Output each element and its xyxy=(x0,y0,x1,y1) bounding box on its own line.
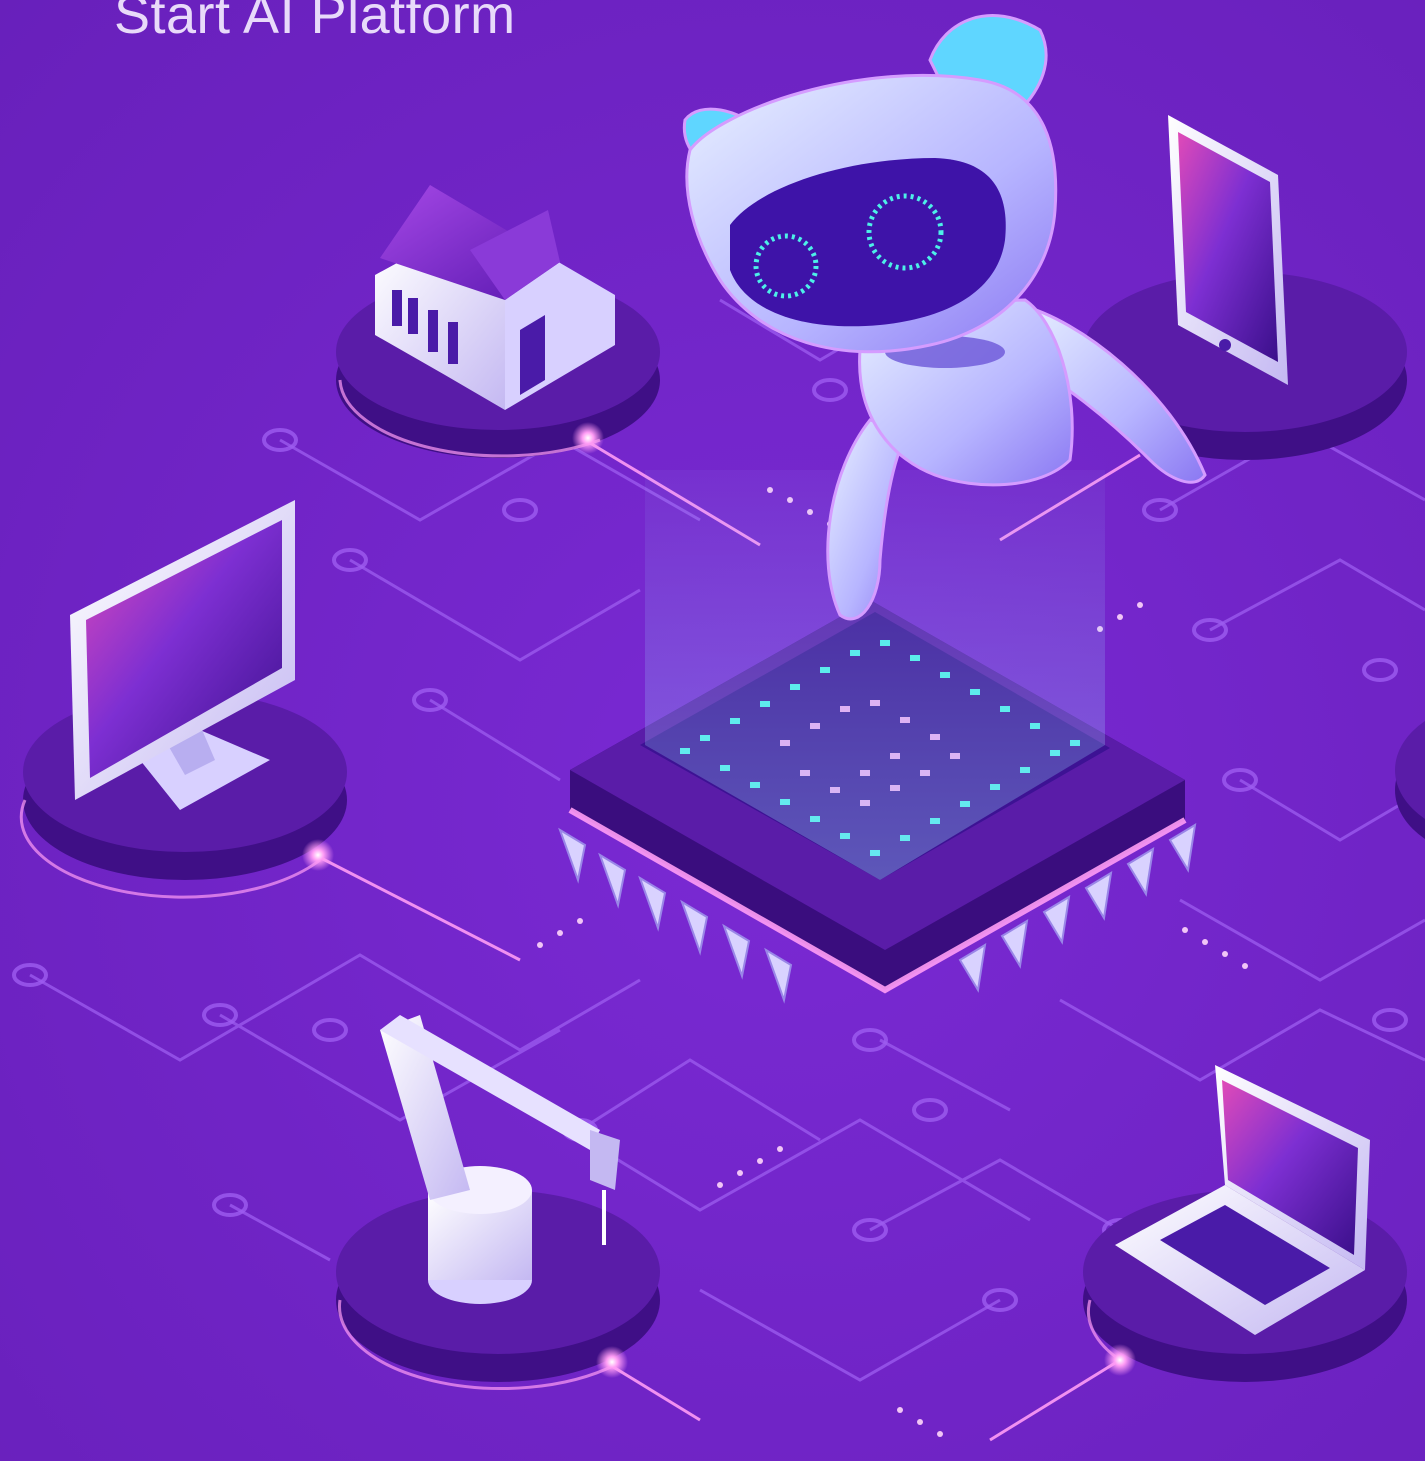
monitor-icon xyxy=(70,500,295,810)
hero-illustration: Start AI Platform xyxy=(0,0,1425,1461)
edge-platform xyxy=(1395,721,1425,839)
isometric-scene xyxy=(12,14,1425,1442)
